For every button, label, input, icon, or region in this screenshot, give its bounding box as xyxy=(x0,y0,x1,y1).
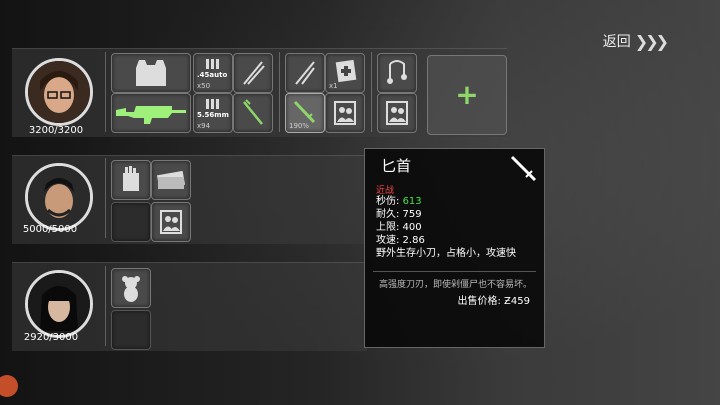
slot-photo-2[interactable] xyxy=(377,93,417,133)
item-sell-price: 出售价格: Ƶ459 xyxy=(457,296,531,307)
divider xyxy=(105,52,106,132)
item-tooltip: 匕首 近战 秒伤: 613 耐久: 759 上限: 400 攻速: 2.86 野… xyxy=(364,148,545,348)
slot-cigarettes[interactable] xyxy=(111,160,151,200)
ammo-556-label: 5.56mm xyxy=(197,111,229,119)
hp-character-3: 2920/3000 xyxy=(23,332,79,343)
stat-dps-label: 秒伤: xyxy=(376,196,400,207)
slot-ammo-45[interactable]: .45auto x50 xyxy=(193,53,233,93)
hp-character-1: 3200/3200 xyxy=(28,125,84,136)
stat-dps: 秒伤: 613 xyxy=(376,195,516,208)
divider xyxy=(105,158,106,238)
slot-crossed-blades[interactable] xyxy=(233,53,273,93)
stat-limit: 上限: 400 xyxy=(376,222,422,233)
divider xyxy=(105,266,106,346)
slot-photo[interactable] xyxy=(325,93,365,133)
slot-teddy-bear[interactable] xyxy=(111,268,151,308)
slot-machine-gun[interactable] xyxy=(111,93,191,133)
item-stats: 秒伤: 613 耐久: 759 上限: 400 攻速: 2.86 野外生存小刀，… xyxy=(376,195,516,260)
item-feature: 野外生存小刀，占格小，攻速快 xyxy=(376,248,516,259)
avatar-character-3[interactable] xyxy=(25,270,93,338)
hp-character-2: 5000/5000 xyxy=(22,224,78,235)
avatar-character-2[interactable] xyxy=(25,163,93,231)
stat-speed: 攻速: 2.86 xyxy=(376,235,425,246)
slot-ammo-556[interactable]: 5.56mm x94 xyxy=(193,93,233,133)
ammo-556-qty: x94 xyxy=(197,122,211,130)
slot-armor-vest[interactable] xyxy=(111,53,191,93)
item-description: 高强度刀刃，即使剁僵尸也不容易坏。 xyxy=(379,280,533,290)
slot-crossed-blades-2[interactable] xyxy=(285,53,325,93)
add-slot-button[interactable]: + xyxy=(427,55,507,135)
dagger-icon xyxy=(510,155,537,182)
slot-earphones[interactable] xyxy=(377,53,417,93)
slot-cash[interactable] xyxy=(151,160,191,200)
slot-dagger-selected[interactable]: 190% xyxy=(285,93,325,133)
dagger-durability-pct: 190% xyxy=(289,122,310,130)
slot-empty-2[interactable] xyxy=(111,310,151,350)
ammo-45-qty: x50 xyxy=(197,82,211,90)
tooltip-divider xyxy=(373,271,536,272)
divider xyxy=(371,52,372,132)
slot-empty[interactable] xyxy=(111,202,151,242)
back-button[interactable]: 返回 ❯❯❯ xyxy=(602,31,669,51)
medkit-qty: x1 xyxy=(329,82,338,90)
stat-durability: 耐久: 759 xyxy=(376,209,422,220)
plus-icon: + xyxy=(455,78,479,111)
avatar-character-1[interactable] xyxy=(25,58,93,126)
ammo-45-label: .45auto xyxy=(197,71,228,79)
chevron-right-icon: ❯❯❯ xyxy=(634,31,669,51)
stat-dps-value: 613 xyxy=(402,196,422,207)
item-title: 匕首 xyxy=(381,157,412,175)
slot-photo-3[interactable] xyxy=(151,202,191,242)
back-label: 返回 xyxy=(602,34,631,50)
divider xyxy=(279,52,280,132)
slot-knife-green[interactable] xyxy=(233,93,273,133)
slot-medkit[interactable]: x1 xyxy=(325,53,365,93)
